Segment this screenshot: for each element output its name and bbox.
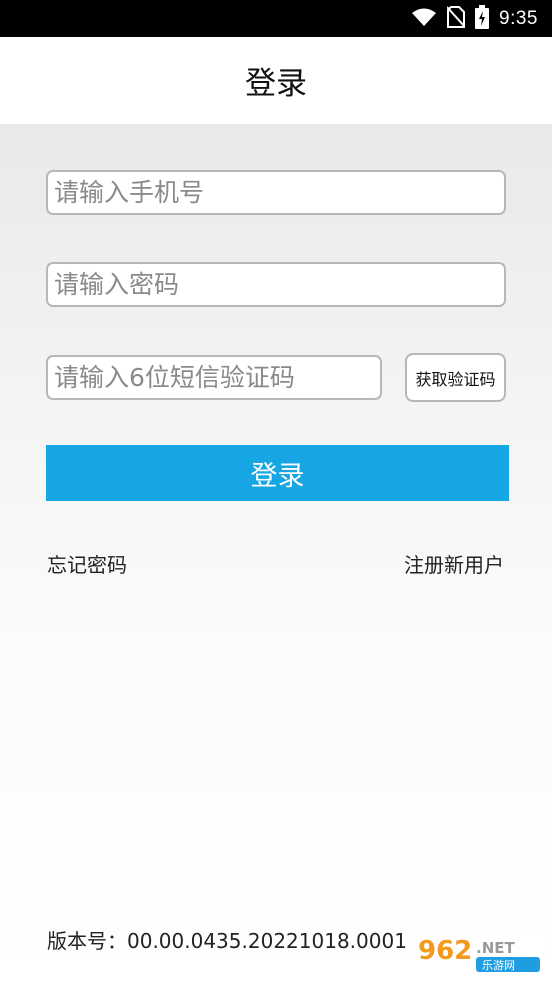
login-button[interactable]: 登录	[46, 445, 509, 501]
svg-text:962: 962	[418, 936, 472, 966]
page-title: 登录	[245, 66, 307, 102]
get-code-button[interactable]: 获取验证码	[405, 353, 506, 402]
sms-code-input[interactable]	[46, 355, 382, 400]
status-bar: 9:35	[0, 0, 552, 37]
phone-input[interactable]	[46, 170, 506, 215]
watermark-logo: 962 .NET 乐游网	[410, 929, 546, 977]
register-link[interactable]: 注册新用户	[404, 549, 504, 578]
status-icons: 9:35	[411, 0, 538, 37]
battery-charging-icon	[475, 4, 490, 33]
version-text: 版本号：00.00.0435.20221018.0001	[47, 929, 407, 953]
svg-text:.NET: .NET	[476, 939, 515, 957]
svg-text:乐游网: 乐游网	[482, 959, 515, 972]
login-form-area: 获取验证码 登录 忘记密码 注册新用户 版本号：00.00.0435.20221…	[0, 124, 552, 983]
app-header: 登录	[0, 37, 552, 124]
wifi-icon	[411, 7, 437, 31]
status-time: 9:35	[499, 7, 538, 29]
forgot-password-link[interactable]: 忘记密码	[47, 549, 127, 578]
no-sim-icon	[446, 5, 466, 32]
password-input[interactable]	[46, 262, 506, 307]
